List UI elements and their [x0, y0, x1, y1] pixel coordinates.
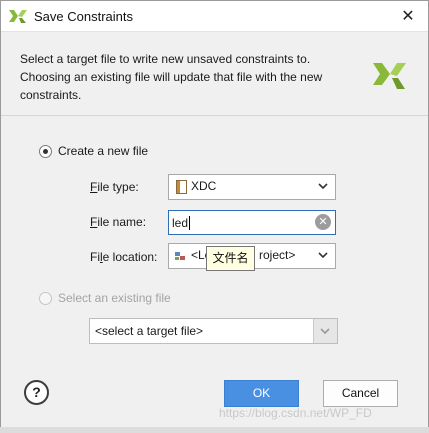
watermark-text: https://blog.csdn.net/WP_FD	[219, 406, 372, 420]
vivado-brand-icon	[373, 63, 406, 89]
existing-file-placeholder: <select a target file>	[95, 324, 204, 338]
select-existing-file-label[interactable]: Select an existing file	[58, 291, 171, 305]
create-new-file-label[interactable]: Create a new file	[58, 144, 148, 158]
file-name-value: led	[172, 216, 189, 230]
file-location-label: File location:	[90, 250, 157, 264]
file-location-label-text: e location:	[102, 250, 158, 264]
chevron-down-icon	[318, 252, 328, 259]
save-constraints-dialog: Save Constraints ✕ Select a target file …	[0, 0, 429, 433]
bottom-strip	[0, 427, 429, 433]
file-type-select[interactable]: XDC	[168, 174, 336, 200]
help-button[interactable]: ?	[24, 380, 49, 405]
file-type-label-text: ile type:	[97, 180, 139, 194]
chevron-down-icon	[318, 183, 328, 190]
file-name-label-text: ile name:	[97, 215, 147, 229]
clear-icon[interactable]: ✕	[315, 214, 331, 230]
file-name-input[interactable]: led ✕	[168, 210, 336, 235]
create-new-file-radio[interactable]	[39, 145, 52, 158]
text-caret	[189, 216, 190, 230]
title-bar: Save Constraints ✕	[1, 1, 428, 32]
create-new-file-text: Create a new file	[58, 144, 149, 158]
project-folder-icon	[175, 252, 185, 260]
cancel-button[interactable]: Cancel	[323, 380, 398, 407]
select-existing-file-radio[interactable]	[39, 292, 52, 305]
header-separator	[1, 115, 428, 116]
existing-file-dropdown-button[interactable]	[313, 319, 337, 343]
file-name-tooltip: 文件名	[206, 246, 255, 271]
file-location-value-right: roject>	[259, 248, 296, 262]
file-type-value: XDC	[191, 179, 217, 193]
close-button[interactable]: ✕	[395, 4, 421, 28]
file-type-label: File type:	[90, 180, 139, 194]
ok-button[interactable]: OK	[224, 380, 299, 407]
file-name-label: File name:	[90, 215, 146, 229]
window-title: Save Constraints	[34, 9, 133, 24]
chevron-down-icon	[320, 328, 330, 335]
existing-file-select[interactable]: <select a target file>	[89, 318, 338, 344]
description-text: Select a target file to write new unsave…	[20, 52, 323, 102]
file-location-label-pre: Fi	[90, 250, 100, 264]
xdc-file-icon	[176, 180, 187, 194]
vivado-logo-icon	[9, 10, 27, 23]
